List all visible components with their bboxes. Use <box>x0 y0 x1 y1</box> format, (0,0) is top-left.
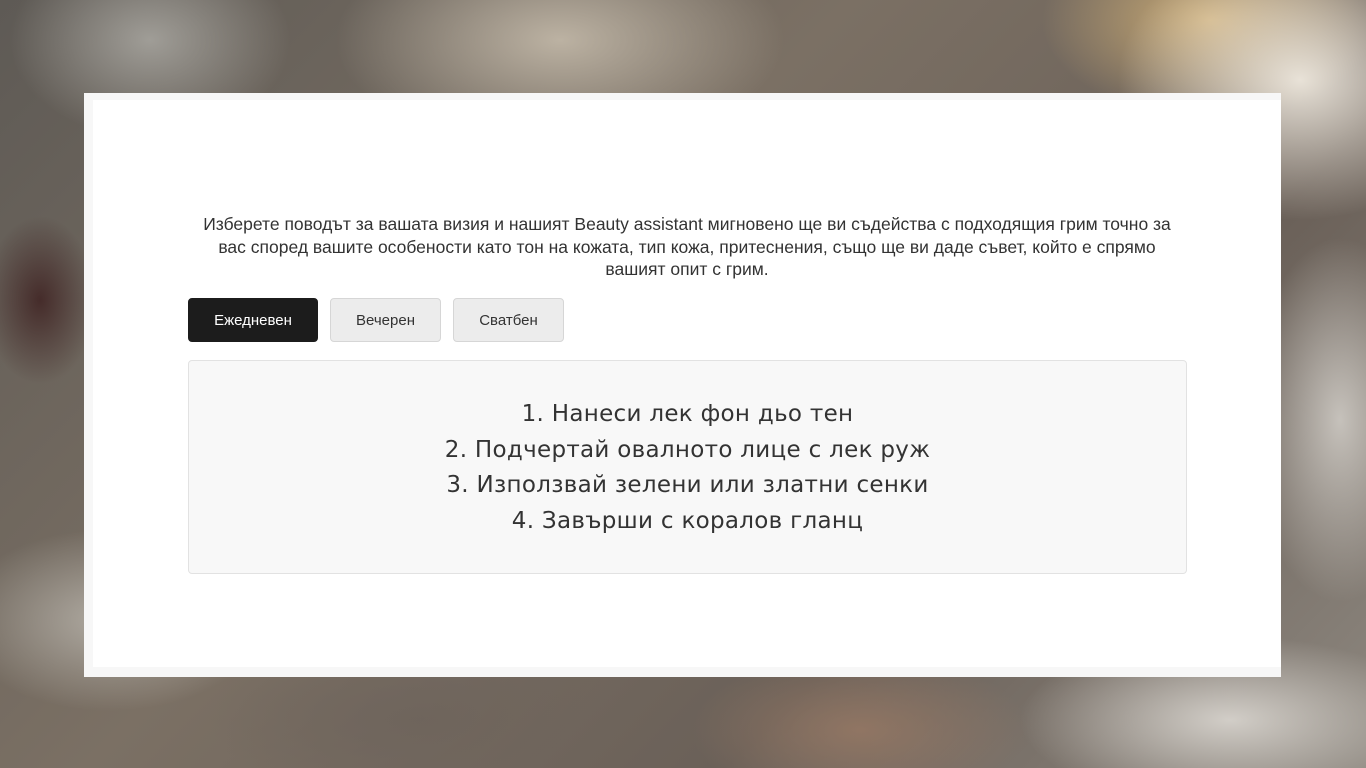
tab-evening[interactable]: Вечерен <box>330 298 441 342</box>
tab-wedding[interactable]: Сватбен <box>453 298 564 342</box>
makeup-steps-box: 1. Нанеси лек фон дьо тен 2. Подчертай о… <box>188 360 1187 574</box>
makeup-step: 1. Нанеси лек фон дьо тен <box>521 401 854 427</box>
panel-content: Изберете поводът за вашата визия и нашия… <box>93 100 1281 667</box>
makeup-step: 3. Използвай зелени или златни сенки <box>446 472 929 498</box>
makeup-step: 2. Подчертай овалното лице с лек руж <box>444 436 931 463</box>
beauty-assistant-panel: Изберете поводът за вашата визия и нашия… <box>84 93 1281 677</box>
intro-text: Изберете поводът за вашата визия и нашия… <box>203 214 1171 279</box>
makeup-step: 4. Завърши с коралов гланц <box>511 507 864 534</box>
tab-everyday[interactable]: Ежедневен <box>188 298 318 342</box>
occasion-tabs: Ежедневен Вечерен Сватбен <box>188 298 564 342</box>
